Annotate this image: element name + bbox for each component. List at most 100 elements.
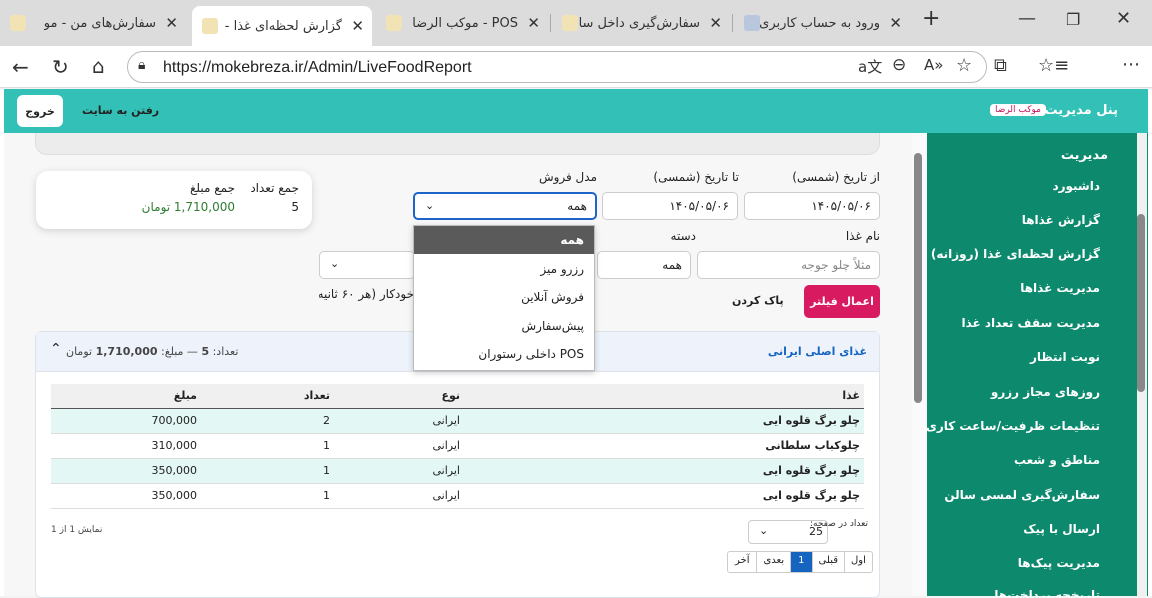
to-date-label: تا تاریخ (شمسی) <box>653 170 739 184</box>
restore-icon[interactable]: ❐ <box>1066 10 1080 29</box>
group-count-value: 5 <box>201 345 210 358</box>
showing-label: نمایش 1 از 1 <box>51 525 103 535</box>
close-tab-icon[interactable]: ✕ <box>351 17 364 35</box>
browser-toolbar: ← ↻ ⌂ 🔒︎ https://mokebreza.ir/Admin/Live… <box>0 46 1152 129</box>
back-icon[interactable]: ← <box>12 55 29 79</box>
previous-card <box>35 133 880 155</box>
extra-select[interactable]: ⌄ <box>319 251 415 279</box>
translate-icon[interactable]: a文 <box>858 56 882 77</box>
read-aloud-icon[interactable]: A» <box>924 56 943 74</box>
sidebar-item-reserve-days[interactable]: روزهای مجاز رزرو <box>991 385 1100 399</box>
dropdown-option-online[interactable]: فروش آنلاین <box>521 290 584 304</box>
dropdown-option-all[interactable]: همه <box>560 233 584 247</box>
favorites-list-icon[interactable]: ☆≡ <box>1038 55 1069 76</box>
pager-current[interactable]: 1 <box>791 552 812 572</box>
to-date-value: ۱۴۰۵/۰۵/۰۶ <box>669 199 729 213</box>
dropdown-option-pos[interactable]: POS داخلی رستوران <box>478 347 584 361</box>
document-favicon-icon <box>744 15 760 31</box>
exit-button[interactable]: خروج <box>17 95 63 127</box>
sidebar-item-food-cap[interactable]: مدیریت سقف تعداد غذا <box>961 316 1100 330</box>
more-menu-icon[interactable]: ⋯ <box>1122 54 1140 75</box>
tab-live-food-report[interactable]: گزارش لحظه‌ای غذا - ✕ <box>192 6 372 46</box>
tab-title: گزارش لحظه‌ای غذا - <box>224 18 342 34</box>
sidebar-item-capacity[interactable]: تنظیمات ظرفیت/ساعت کاری <box>926 419 1100 433</box>
cell-type: ایرانی <box>432 464 460 477</box>
chevron-up-icon[interactable]: ⌃ <box>50 341 62 357</box>
cell-count: 1 <box>323 489 330 502</box>
org-badge: موکب الرضا <box>989 104 1046 116</box>
food-name-placeholder: مثلاً چلو جوجه <box>801 258 871 272</box>
sidebar-item-touch-ordering[interactable]: سفارش‌گیری لمسی سالن <box>944 488 1100 502</box>
zoom-out-icon[interactable]: ⊖ <box>892 55 906 75</box>
amount-total-value: 1,710,000 تومان <box>141 200 235 214</box>
sale-model-dropdown: همه رزرو میز فروش آنلاین پیش‌سفارش POS د… <box>413 225 595 371</box>
count-total-label: جمع تعداد <box>250 181 299 195</box>
page-scrollbar-thumb[interactable] <box>1137 214 1145 392</box>
apply-filter-button[interactable]: اعمال فیلتر <box>804 285 880 318</box>
sale-model-label: مدل فروش <box>538 170 597 184</box>
sidebar-item-couriers[interactable]: مدیریت پیک‌ها <box>1018 556 1100 570</box>
chevron-down-icon: ⌄ <box>759 524 769 537</box>
close-tab-icon[interactable]: ✕ <box>889 14 902 32</box>
from-date-input[interactable]: ۱۴۰۵/۰۵/۰۶ <box>744 192 880 220</box>
sidebar-item-dashboard[interactable]: داشبورد <box>1052 179 1100 193</box>
pager-next[interactable]: بعدی <box>757 552 792 572</box>
minimize-icon[interactable]: — <box>1018 8 1036 29</box>
tab-hall-ordering[interactable]: سفارش‌گیری داخل سا ✕ <box>552 6 730 40</box>
pager-first[interactable]: اول <box>845 552 872 572</box>
sale-model-value: همه <box>567 199 587 213</box>
cell-type: ایرانی <box>432 414 460 427</box>
refresh-icon[interactable]: ↻ <box>52 55 69 79</box>
cell-food: چلوکباب سلطانی <box>765 439 860 452</box>
sidebar-item-courier-send[interactable]: ارسال با پیک <box>1023 522 1100 536</box>
pager-last[interactable]: آخر <box>728 552 758 572</box>
web-page: خروج رفتن به سایت پنل مدیریت موکب الرضا … <box>0 89 1152 598</box>
new-tab-icon[interactable]: + <box>922 6 940 31</box>
sidebar: مدیریت داشبورد گزارش غذاها گزارش لحظه‌ای… <box>926 133 1148 597</box>
to-date-input[interactable]: ۱۴۰۵/۰۵/۰۶ <box>602 192 738 220</box>
tab-pos[interactable]: POS - موکب الرضا ✕ <box>376 6 548 40</box>
dropdown-option-table-reserve[interactable]: رزرو میز <box>540 262 584 276</box>
pager-prev[interactable]: قبلی <box>811 552 845 572</box>
close-window-icon[interactable]: ✕ <box>1116 8 1131 29</box>
category-label: دسته <box>670 229 696 243</box>
category-select[interactable]: همه <box>597 251 691 279</box>
tab-title: سفارش‌گیری داخل سا <box>578 15 700 31</box>
panel-title: پنل مدیریت <box>1044 103 1119 118</box>
sale-model-select[interactable]: همه ⌄ <box>413 192 597 220</box>
address-bar[interactable]: 🔒︎ https://mokebreza.ir/Admin/LiveFoodRe… <box>127 51 987 83</box>
per-page-select[interactable]: 25 ⌄ <box>748 520 828 544</box>
sidebar-item-live-report[interactable]: گزارش لحظه‌ای غذا (روزانه) <box>931 247 1100 261</box>
url-text: https://mokebreza.ir/Admin/LiveFoodRepor… <box>163 59 472 76</box>
pager: آخر بعدی 1 قبلی اول <box>727 551 873 573</box>
sidebar-item-manage-foods[interactable]: مدیریت غذاها <box>1020 281 1100 295</box>
extensions-icon[interactable]: ⧉ <box>994 55 1007 76</box>
tab-strip: سفارش‌های من - مو ✕ گزارش لحظه‌ای غذا - … <box>0 0 1152 46</box>
food-name-input[interactable]: مثلاً چلو جوجه <box>697 251 880 279</box>
close-tab-icon[interactable]: ✕ <box>527 14 540 32</box>
home-icon[interactable]: ⌂ <box>92 54 105 78</box>
favorite-star-icon[interactable]: ☆ <box>956 55 972 76</box>
group-title: غذای اصلی ایرانی <box>767 345 867 358</box>
close-tab-icon[interactable]: ✕ <box>165 14 178 32</box>
group-amount-value: 1,710,000 <box>95 345 158 358</box>
table-header-row: مبلغ تعداد نوع غذا <box>51 384 864 408</box>
content-scrollbar-thumb[interactable] <box>914 153 922 403</box>
sidebar-item-branches[interactable]: مناطق و شعب <box>1014 453 1100 467</box>
summary-card: جمع تعداد 5 جمع مبلغ 1,710,000 تومان <box>36 171 312 229</box>
auto-refresh-label[interactable]: خودکار (هر ۶۰ ثانیه) <box>319 287 414 301</box>
tab-login[interactable]: ورود به حساب کاربری ✕ <box>734 6 910 40</box>
cell-amount: 700,000 <box>151 414 198 427</box>
dropdown-option-preorder[interactable]: پیش‌سفارش <box>522 319 584 333</box>
clear-filter-button[interactable]: پاک کردن <box>732 294 784 307</box>
sidebar-item-waiting[interactable]: نوبت انتظار <box>1030 350 1100 364</box>
lock-icon[interactable]: 🔒︎ <box>138 57 145 73</box>
food-name-label: نام غذا <box>845 229 880 243</box>
food-table: مبلغ تعداد نوع غذا 700,000 2 ایرانی چلو … <box>51 384 864 509</box>
close-tab-icon[interactable]: ✕ <box>709 14 722 32</box>
goto-site-link[interactable]: رفتن به سایت <box>82 104 159 117</box>
sidebar-item-food-report[interactable]: گزارش غذاها <box>1022 213 1100 227</box>
cell-amount: 310,000 <box>151 439 198 452</box>
group-amount-unit: تومان <box>66 345 93 358</box>
tab-my-orders[interactable]: سفارش‌های من - مو ✕ <box>0 6 186 40</box>
